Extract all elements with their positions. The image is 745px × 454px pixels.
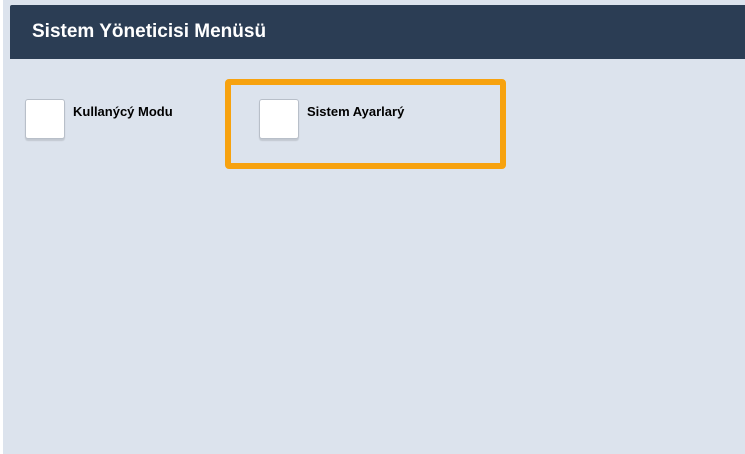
system-settings-label: Sistem Ayarlarý — [307, 104, 405, 119]
user-mode-label: Kullanýcý Modu — [73, 104, 173, 119]
admin-menu-screen: Sistem Yöneticisi Menüsü Kullanýcý Modu … — [3, 0, 745, 454]
menu-item-user-mode[interactable]: Kullanýcý Modu — [25, 99, 215, 143]
menu-item-system-settings[interactable]: Sistem Ayarlarý — [259, 99, 459, 143]
system-settings-button[interactable] — [259, 99, 299, 139]
page-title: Sistem Yöneticisi Menüsü — [32, 21, 267, 42]
user-mode-button[interactable] — [25, 99, 65, 139]
title-bar: Sistem Yöneticisi Menüsü — [10, 5, 745, 59]
